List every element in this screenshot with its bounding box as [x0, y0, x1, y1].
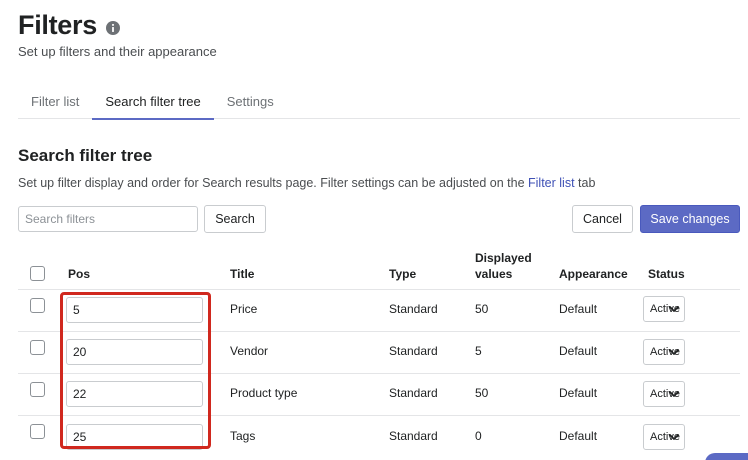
- description-suffix: tab: [574, 176, 596, 190]
- column-title: Title: [230, 267, 255, 281]
- pos-input[interactable]: [66, 381, 203, 407]
- row-type: Standard: [389, 302, 438, 316]
- tab-search-filter-tree[interactable]: Search filter tree: [92, 88, 215, 120]
- row-appearance: Default: [559, 429, 598, 443]
- row-checkbox[interactable]: [30, 382, 45, 397]
- column-appearance: Appearance: [559, 267, 628, 281]
- row-type: Standard: [389, 429, 438, 443]
- table-row: Tags Standard 0 Default Active: [18, 416, 740, 458]
- status-select[interactable]: Active: [643, 381, 685, 407]
- filter-list-link[interactable]: Filter list: [528, 176, 575, 190]
- row-appearance: Default: [559, 386, 598, 400]
- pos-input[interactable]: [66, 297, 203, 323]
- row-displayed-values: 50: [475, 386, 489, 400]
- tab-settings[interactable]: Settings: [214, 88, 287, 119]
- save-changes-button[interactable]: Save changes: [640, 205, 740, 233]
- filters-table: Pos Title Type Displayed values Appearan…: [18, 246, 740, 458]
- status-select[interactable]: Active: [643, 296, 685, 322]
- column-pos: Pos: [68, 267, 91, 281]
- column-displayed-values: Displayed values: [475, 251, 532, 281]
- row-type: Standard: [389, 386, 438, 400]
- table-row: Vendor Standard 5 Default Active: [18, 332, 740, 374]
- section-title: Search filter tree: [18, 146, 153, 165]
- row-checkbox[interactable]: [30, 298, 45, 313]
- page-header: Filters: [18, 10, 120, 41]
- chevron-down-icon: [669, 391, 679, 397]
- search-button[interactable]: Search: [204, 205, 266, 233]
- row-title: Tags: [230, 429, 256, 443]
- select-all-checkbox[interactable]: [30, 266, 45, 281]
- column-status: Status: [648, 267, 685, 281]
- column-displayed-line1: Displayed: [475, 251, 532, 265]
- section-description: Set up filter display and order for Sear…: [18, 176, 595, 190]
- table-header: Pos Title Type Displayed values Appearan…: [18, 246, 740, 290]
- row-title: Price: [230, 302, 258, 316]
- row-displayed-values: 5: [475, 344, 482, 358]
- row-title: Product type: [230, 386, 298, 400]
- row-checkbox[interactable]: [30, 340, 45, 355]
- tab-bar: Filter list Search filter tree Settings: [18, 88, 740, 120]
- status-select[interactable]: Active: [643, 339, 685, 365]
- chevron-down-icon: [669, 306, 679, 312]
- page-title: Filters: [18, 10, 97, 40]
- column-type: Type: [389, 267, 417, 281]
- pos-input[interactable]: [66, 424, 203, 450]
- row-appearance: Default: [559, 344, 598, 358]
- pos-input[interactable]: [66, 339, 203, 365]
- page-subtitle: Set up filters and their appearance: [18, 44, 217, 59]
- cancel-button[interactable]: Cancel: [572, 205, 633, 233]
- chevron-down-icon: [669, 349, 679, 355]
- row-checkbox[interactable]: [30, 424, 45, 439]
- row-title: Vendor: [230, 344, 269, 358]
- row-displayed-values: 50: [475, 302, 489, 316]
- table-row: Product type Standard 50 Default Active: [18, 374, 740, 416]
- table-row: Price Standard 50 Default Active: [18, 290, 740, 332]
- search-filters-input[interactable]: [18, 206, 198, 232]
- column-displayed-line2: values: [475, 267, 513, 281]
- row-appearance: Default: [559, 302, 598, 316]
- description-text: Set up filter display and order for Sear…: [18, 176, 529, 190]
- info-circle-icon[interactable]: [105, 20, 120, 35]
- row-type: Standard: [389, 344, 438, 358]
- chat-widget-button[interactable]: [705, 453, 748, 460]
- chevron-down-icon: [669, 434, 679, 440]
- tab-filter-list[interactable]: Filter list: [18, 88, 92, 119]
- row-displayed-values: 0: [475, 429, 482, 443]
- status-select[interactable]: Active: [643, 424, 685, 450]
